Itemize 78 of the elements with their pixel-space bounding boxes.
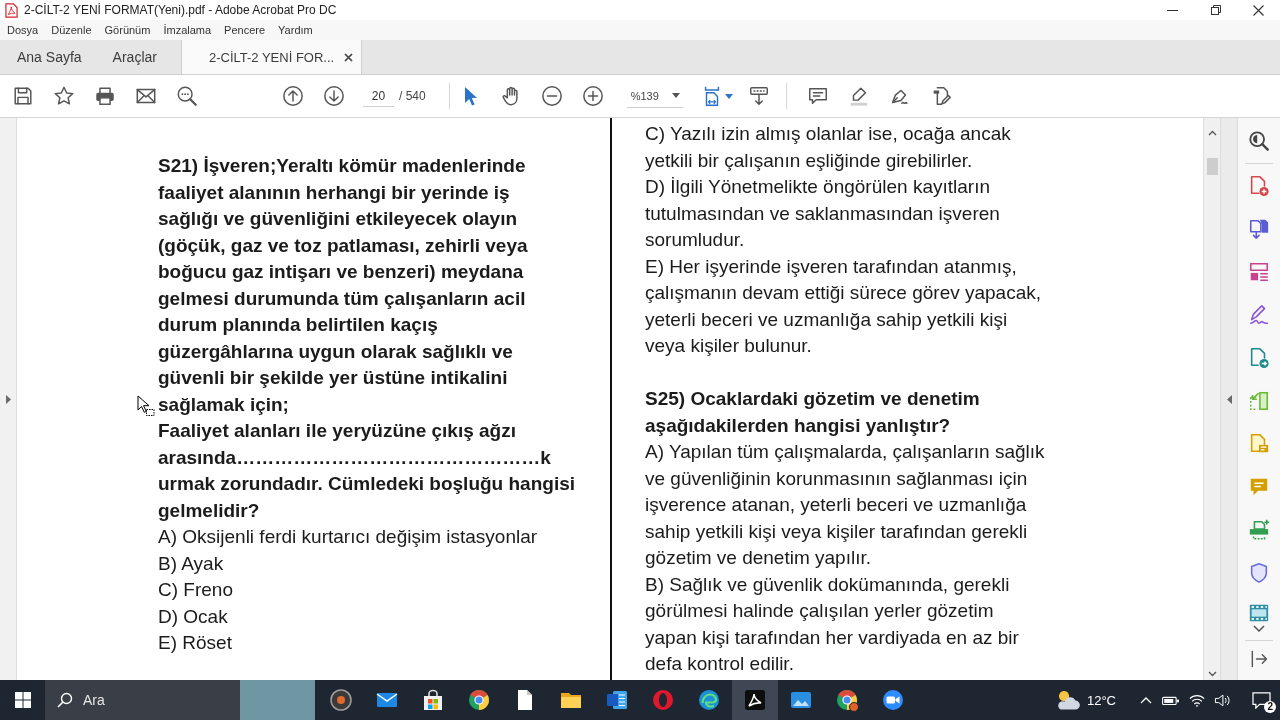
disc-icon — [329, 688, 353, 712]
answer-option: A) Oksijenli ferdi kurtarıcı değişim istasyonlar — [158, 524, 538, 551]
taskbar-button[interactable] — [732, 680, 778, 720]
caret-icon — [671, 93, 680, 98]
caret-icon[interactable] — [724, 93, 733, 99]
window-title: 2-CİLT-2 YENİ FORMAT(Yeni).pdf - Adobe Acrobat Pro DC — [24, 3, 337, 17]
tab[interactable]: Araçlar — [96, 40, 172, 74]
shield-icon[interactable] — [1248, 562, 1270, 584]
document-tile-icon — [605, 688, 629, 712]
scanner-icon[interactable] — [1248, 519, 1270, 541]
up-arrow-circle-icon[interactable] — [281, 85, 304, 107]
scroll-down-icon[interactable] — [748, 85, 771, 107]
plus-circle-icon[interactable] — [582, 85, 605, 107]
answer-option: A) Yapılan tüm çalışmalarda, çalışanların sağlık ve güvenliğinin korunmasının sağlanması için işverence atanan, yeterli beceri ve uzmanlığa sahip yetkili kişi veya kişiler tarafından gerekli gözetim ve denetim yapılır. — [645, 439, 1045, 572]
wifi-icon[interactable] — [1189, 693, 1205, 707]
tricolor-circle-icon — [467, 688, 491, 712]
page-layout-icon[interactable] — [1248, 261, 1270, 283]
answer-option: D) Ocak — [158, 603, 228, 630]
star-icon[interactable] — [52, 85, 75, 107]
chevron-down-icon[interactable] — [1253, 625, 1265, 632]
answer-option: E) Her işyerinde işveren tarafından atanmış, çalışmanın devam ettiği sürece görev yapacak, yeterli beceri ve uzmanlığa sahip yetkili kişi veya kişiler bulunur. — [645, 253, 1042, 360]
document-arrow-icon[interactable] — [1248, 347, 1270, 369]
tab[interactable]: Ana Sayfa — [1, 40, 97, 74]
answer-option: C) Freno — [158, 577, 233, 604]
temperature-text[interactable]: 12°C — [1086, 692, 1116, 708]
down-arrow-circle-icon[interactable] — [322, 85, 345, 107]
chevron-down-icon[interactable] — [1207, 671, 1217, 677]
menu-item[interactable]: Dosya — [1, 22, 45, 38]
close-icon[interactable] — [344, 52, 354, 62]
search-field[interactable]: Ara — [45, 680, 240, 720]
search-icon[interactable] — [175, 85, 198, 107]
printer-icon[interactable] — [93, 85, 116, 107]
zoom-dropdown[interactable]: %139 — [626, 84, 683, 108]
tricolor-circle-icon — [835, 688, 859, 712]
menu-item[interactable]: Yardım — [272, 22, 319, 38]
triangle-right-icon[interactable] — [5, 394, 11, 404]
notification-icon[interactable] — [1251, 691, 1271, 709]
answer-option: D) İlgili Yönetmelikte öngörülen kayıtların tutulmasından ve saklanmasından işveren sorumludur. — [645, 174, 1000, 254]
speech-bubble-icon[interactable] — [807, 85, 830, 107]
tab[interactable]: 2-CİLT-2 YENİ FOR... — [180, 40, 363, 74]
mouse-cursor-icon — [137, 395, 155, 416]
documents-arrow-icon[interactable] — [1248, 218, 1270, 240]
pointer-arrow-icon[interactable] — [463, 86, 477, 106]
magnifier-icon[interactable] — [1248, 130, 1270, 152]
collapse-panel-icon[interactable] — [1249, 649, 1269, 669]
restore-icon[interactable] — [1210, 5, 1221, 15]
triangle-left-icon[interactable] — [1226, 394, 1232, 404]
close-icon[interactable] — [1253, 4, 1264, 16]
vertical-scrollbar[interactable] — [1203, 118, 1220, 680]
answer-option: E) Röset — [158, 630, 232, 657]
speaker-icon[interactable] — [1214, 692, 1231, 708]
save-icon[interactable] — [11, 85, 34, 107]
scrollbar-thumb[interactable] — [1206, 158, 1218, 175]
swirl-icon — [697, 688, 721, 712]
minus-circle-icon[interactable] — [541, 85, 564, 107]
notification-count: 2 — [1264, 701, 1276, 713]
minimize-icon[interactable] — [1167, 9, 1178, 11]
menu-item[interactable]: Düzenle — [45, 22, 98, 38]
menu-item[interactable]: İmzalama — [157, 22, 218, 38]
swoosh-tile-icon — [743, 688, 767, 712]
shopping-bag-icon — [421, 688, 445, 712]
answer-option: B) Sağlık ve güvenlik dokümanında, gerekli görülmesi halinde çalışılan yerler gözetim yapan kişi tarafından her vardiyada en az bir defa kontrol edilir. — [645, 571, 1019, 678]
battery-icon[interactable] — [1162, 694, 1180, 706]
question-text: S21) İşveren;Yeraltı kömür madenlerinde faaliyet alanının herhangi bir yerinde iş sağlığı ve güvenliğini etkileyecek olayın (göçük, gaz ve toz patlaması, zehirli veya boğucu gaz intişarı ve benzeri) meydana gelmesi durumunda tüm çalışanların acil durum planında belirtilen kaçış güzergâhlarına uygun olarak sağlıklı ve güvenli bir şekilde yer üstüne intikalini sağlamak için; Faaliyet alanları ile yeryüzüne çıkış ağzı arasında…………………………………………k urmak zorundadır. Cümledeki boşluğu hangisi gelmelidir? — [158, 154, 575, 523]
question-text: S25) Ocaklardaki gözetim ve denetim aşağıdakilerden hangisi yanlıştır? — [645, 387, 980, 438]
chevron-up-icon[interactable] — [1207, 130, 1217, 136]
pen-signature-icon[interactable] — [1248, 304, 1270, 326]
ring-icon — [651, 688, 675, 712]
video-camera-icon — [881, 688, 905, 712]
windows-logo-icon[interactable] — [14, 692, 31, 708]
menu-item[interactable]: Pencere — [218, 22, 272, 38]
menu-item[interactable]: Görünüm — [98, 22, 157, 38]
document-plus-icon[interactable] — [1248, 175, 1270, 197]
page-count: / 540 — [399, 89, 426, 103]
film-strip-icon[interactable] — [1248, 602, 1270, 624]
search-icon — [57, 692, 73, 708]
answer-option: C) Yazılı izin almış olanlar ise, ocağa ancak yetkili bir çalışanın eşliğinde girebilirler. — [645, 121, 1011, 174]
answer-option: B) Ayak — [158, 550, 224, 577]
